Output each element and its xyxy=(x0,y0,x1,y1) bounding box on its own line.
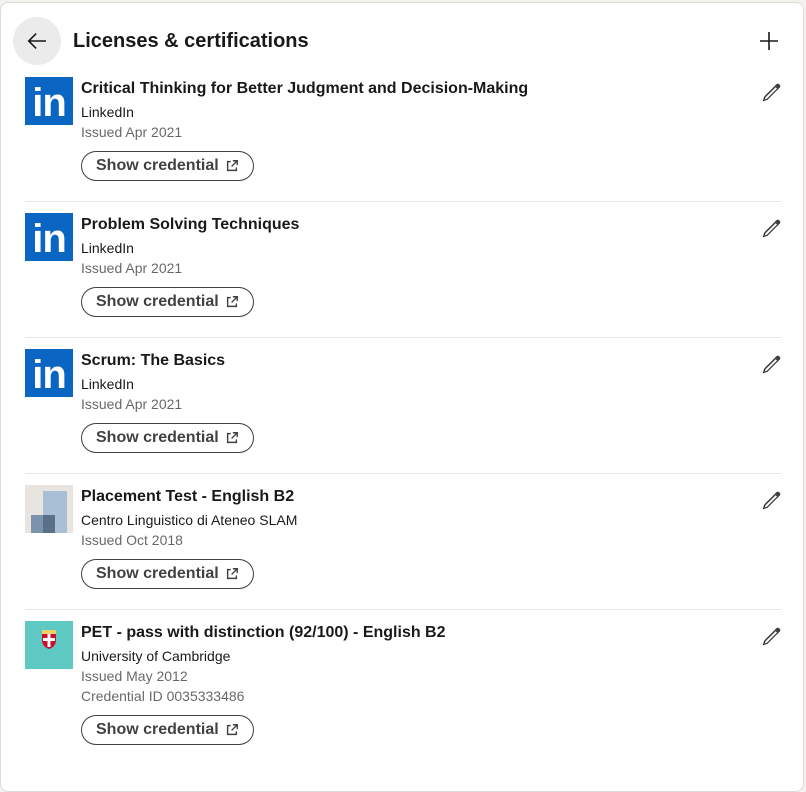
arrow-left-icon xyxy=(27,33,46,49)
linkedin-logo-text: in xyxy=(32,353,67,397)
certification-issued-date: Issued Oct 2018 xyxy=(81,532,183,548)
cambridge-crest-graphic xyxy=(25,621,73,669)
show-credential-label: Show credential xyxy=(96,429,219,446)
divider xyxy=(25,337,781,338)
external-link-icon xyxy=(225,567,239,581)
linkedin-logo-text: in xyxy=(32,217,67,261)
edit-button[interactable] xyxy=(753,75,789,111)
linkedin-logo-text: in xyxy=(32,81,67,125)
show-credential-label: Show credential xyxy=(96,565,219,582)
licenses-certifications-card: Licenses & certifications in Critical Th… xyxy=(0,2,804,792)
certification-issuer: LinkedIn xyxy=(81,240,134,256)
divider xyxy=(25,201,781,202)
certification-issued-date: Issued Apr 2021 xyxy=(81,124,183,140)
show-credential-label: Show credential xyxy=(96,293,219,310)
edit-button[interactable] xyxy=(753,347,789,383)
certification-issuer: Centro Linguistico di Ateneo SLAM xyxy=(81,512,298,528)
slam-logo-graphic xyxy=(25,485,73,533)
show-credential-label: Show credential xyxy=(96,157,219,174)
certification-title[interactable]: Placement Test - English B2 xyxy=(81,488,294,506)
add-certification-button[interactable] xyxy=(749,21,789,61)
cambridge-logo[interactable] xyxy=(25,621,73,669)
external-link-icon xyxy=(225,431,239,445)
external-link-icon xyxy=(225,723,239,737)
show-credential-button[interactable]: Show credential xyxy=(81,287,254,317)
certification-title[interactable]: Problem Solving Techniques xyxy=(81,216,299,234)
pencil-icon xyxy=(762,627,781,646)
edit-button[interactable] xyxy=(753,619,789,655)
certification-issuer: LinkedIn xyxy=(81,104,134,120)
divider xyxy=(25,609,781,610)
show-credential-button[interactable]: Show credential xyxy=(81,423,254,453)
show-credential-button[interactable]: Show credential xyxy=(81,559,254,589)
pencil-icon xyxy=(762,491,781,510)
slam-logo[interactable] xyxy=(25,485,73,533)
pencil-icon xyxy=(762,219,781,238)
pencil-icon xyxy=(762,355,781,374)
certification-issuer: LinkedIn xyxy=(81,376,134,392)
external-link-icon xyxy=(225,159,239,173)
back-button[interactable] xyxy=(13,17,61,65)
show-credential-label: Show credential xyxy=(96,721,219,738)
certification-issuer: University of Cambridge xyxy=(81,648,231,664)
edit-button[interactable] xyxy=(753,483,789,519)
pencil-icon xyxy=(762,83,781,102)
certification-title[interactable]: Critical Thinking for Better Judgment an… xyxy=(81,80,528,98)
show-credential-button[interactable]: Show credential xyxy=(81,715,254,745)
plus-icon xyxy=(760,32,778,50)
external-link-icon xyxy=(225,295,239,309)
page-title: Licenses & certifications xyxy=(73,30,309,52)
credential-id: Credential ID 0035333486 xyxy=(81,688,245,704)
linkedin-logo[interactable]: in xyxy=(25,213,73,261)
linkedin-logo[interactable]: in xyxy=(25,349,73,397)
linkedin-logo[interactable]: in xyxy=(25,77,73,125)
edit-button[interactable] xyxy=(753,211,789,247)
certification-issued-date: Issued May 2012 xyxy=(81,668,188,684)
section-header: Licenses & certifications xyxy=(1,3,803,75)
divider xyxy=(25,473,781,474)
certification-title[interactable]: Scrum: The Basics xyxy=(81,352,225,370)
certification-issued-date: Issued Apr 2021 xyxy=(81,396,183,412)
show-credential-button[interactable]: Show credential xyxy=(81,151,254,181)
certification-issued-date: Issued Apr 2021 xyxy=(81,260,183,276)
certification-title[interactable]: PET - pass with distinction (92/100) - E… xyxy=(81,624,446,642)
